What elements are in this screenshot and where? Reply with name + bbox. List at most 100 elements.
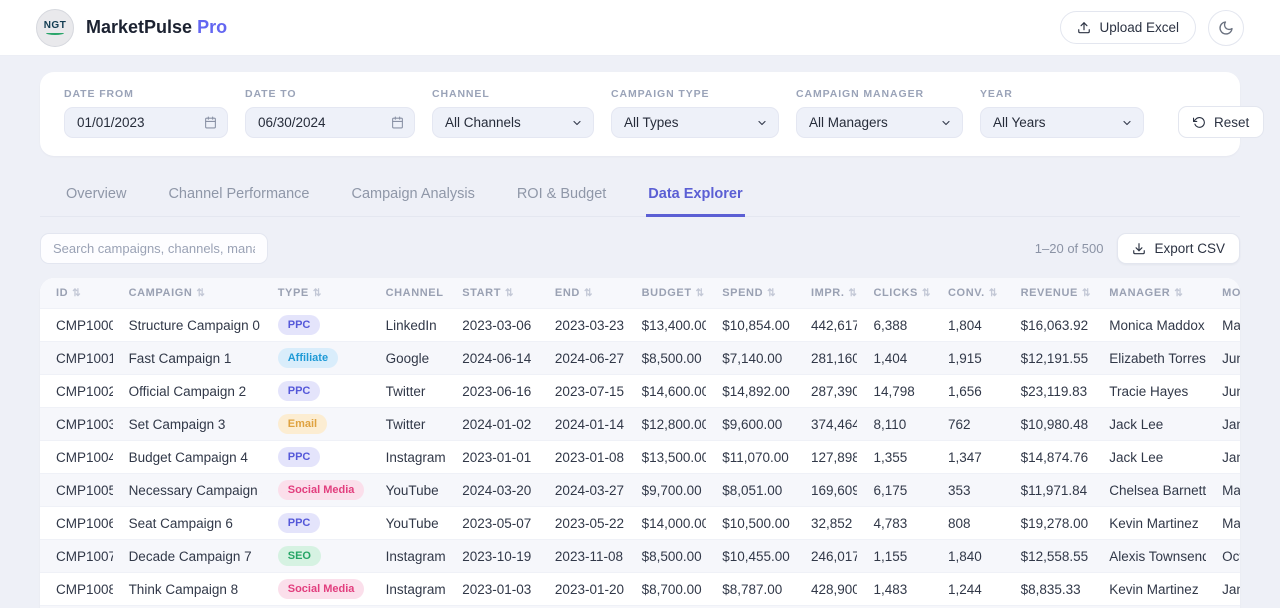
cell-start: 2023-01-03 bbox=[446, 573, 539, 606]
table-row[interactable]: CMP1006Seat Campaign 6PPCYouTube2023-05-… bbox=[40, 507, 1240, 540]
cell-conv: 1,656 bbox=[932, 375, 1005, 408]
table-row[interactable]: CMP1001Fast Campaign 1AffiliateGoogle202… bbox=[40, 342, 1240, 375]
campaign-type-select[interactable]: All Types bbox=[611, 107, 779, 138]
upload-excel-button[interactable]: Upload Excel bbox=[1060, 11, 1196, 44]
sort-icon[interactable]: ⇅ bbox=[1174, 288, 1183, 299]
cell-conv: 353 bbox=[932, 474, 1005, 507]
table-row[interactable]: CMP1004Budget Campaign 4PPCInstagram2023… bbox=[40, 441, 1240, 474]
date-from-input[interactable] bbox=[77, 115, 198, 130]
cell-campaign: Decade Campaign 7 bbox=[113, 540, 262, 573]
table-row[interactable]: CMP1007Decade Campaign 7SEOInstagram2023… bbox=[40, 540, 1240, 573]
cell-channel: Instagram bbox=[370, 441, 447, 474]
cell-start: 2023-01-01 bbox=[446, 441, 539, 474]
cell-revenue: $10,980.48 bbox=[1005, 408, 1094, 441]
calendar-icon[interactable] bbox=[204, 116, 217, 129]
sort-icon[interactable]: ⇅ bbox=[922, 288, 931, 299]
cell-conv: 762 bbox=[932, 408, 1005, 441]
cell-manager: Monica Maddox bbox=[1093, 309, 1206, 342]
column-header-budget[interactable]: BUDGET⇅ bbox=[626, 278, 707, 309]
cell-end: 2024-01-14 bbox=[539, 408, 626, 441]
column-label: TYPE bbox=[278, 287, 309, 299]
column-header-channel[interactable]: CHANNEL⇅ bbox=[370, 278, 447, 309]
cell-month: Oct bbox=[1206, 540, 1240, 573]
cell-campaign: Seat Campaign 6 bbox=[113, 507, 262, 540]
column-header-conv[interactable]: CONV.⇅ bbox=[932, 278, 1005, 309]
table-row[interactable]: CMP1008Think Campaign 8Social MediaInsta… bbox=[40, 573, 1240, 606]
sort-icon[interactable]: ⇅ bbox=[196, 288, 205, 299]
column-header-impr[interactable]: IMPR.⇅ bbox=[795, 278, 857, 309]
cell-channel: Instagram bbox=[370, 573, 447, 606]
cell-month: Jun bbox=[1206, 375, 1240, 408]
cell-month: Mar bbox=[1206, 309, 1240, 342]
export-csv-button[interactable]: Export CSV bbox=[1117, 233, 1240, 264]
theme-toggle-button[interactable] bbox=[1208, 10, 1244, 46]
cell-type: PPC bbox=[262, 441, 370, 474]
table-row[interactable]: CMP1003Set Campaign 3EmailTwitter2024-01… bbox=[40, 408, 1240, 441]
column-header-campaign[interactable]: CAMPAIGN⇅ bbox=[113, 278, 262, 309]
table-row[interactable]: CMP1005Necessary Campaign 5Social MediaY… bbox=[40, 474, 1240, 507]
sort-icon[interactable]: ⇅ bbox=[989, 288, 998, 299]
table-row[interactable]: CMP1000Structure Campaign 0PPCLinkedIn20… bbox=[40, 309, 1240, 342]
year-value: All Years bbox=[993, 115, 1046, 130]
sort-icon[interactable]: ⇅ bbox=[72, 288, 81, 299]
cell-end: 2023-01-08 bbox=[539, 441, 626, 474]
cell-manager: Kevin Martinez bbox=[1093, 507, 1206, 540]
toolbar-right: 1–20 of 500 Export CSV bbox=[1035, 233, 1240, 264]
column-header-id[interactable]: ID⇅ bbox=[40, 278, 113, 309]
column-header-manager[interactable]: MANAGER⇅ bbox=[1093, 278, 1206, 309]
sort-icon[interactable]: ⇅ bbox=[1082, 288, 1091, 299]
cell-impr: 287,390 bbox=[795, 375, 857, 408]
table-row[interactable]: CMP1002Official Campaign 2PPCTwitter2023… bbox=[40, 375, 1240, 408]
tab-data-explorer[interactable]: Data Explorer bbox=[646, 178, 744, 217]
cell-budget: $14,600.00 bbox=[626, 375, 707, 408]
channel-label: CHANNEL bbox=[432, 88, 594, 100]
cell-clicks: 1,355 bbox=[857, 441, 932, 474]
cell-start: 2024-01-02 bbox=[446, 408, 539, 441]
tab-overview[interactable]: Overview bbox=[64, 178, 128, 217]
reset-filters-button[interactable]: Reset bbox=[1178, 106, 1264, 138]
type-badge: Email bbox=[278, 414, 327, 433]
column-header-type[interactable]: TYPE ⇅ bbox=[262, 278, 370, 309]
tab-channel-performance[interactable]: Channel Performance bbox=[166, 178, 311, 217]
campaign-type-label: CAMPAIGN TYPE bbox=[611, 88, 779, 100]
sort-icon[interactable]: ⇅ bbox=[505, 288, 514, 299]
date-to-input[interactable] bbox=[258, 115, 385, 130]
tab-roi-budget[interactable]: ROI & Budget bbox=[515, 178, 608, 217]
sort-icon[interactable]: ⇅ bbox=[849, 288, 858, 299]
cell-budget: $8,700.00 bbox=[626, 573, 707, 606]
search-input[interactable] bbox=[40, 233, 268, 264]
column-header-start[interactable]: START⇅ bbox=[446, 278, 539, 309]
column-header-end[interactable]: END⇅ bbox=[539, 278, 626, 309]
cell-clicks: 14,798 bbox=[857, 375, 932, 408]
year-select[interactable]: All Years bbox=[980, 107, 1144, 138]
calendar-icon[interactable] bbox=[391, 116, 404, 129]
cell-clicks: 6,175 bbox=[857, 474, 932, 507]
sort-icon[interactable]: ⇅ bbox=[313, 288, 322, 299]
cell-campaign: Set Campaign 3 bbox=[113, 408, 262, 441]
sort-icon[interactable]: ⇅ bbox=[696, 288, 705, 299]
cell-campaign: Structure Campaign 0 bbox=[113, 309, 262, 342]
column-header-clicks[interactable]: CLICKS⇅ bbox=[857, 278, 932, 309]
cell-budget: $12,800.00 bbox=[626, 408, 707, 441]
cell-manager: Jack Lee bbox=[1093, 441, 1206, 474]
column-header-spend[interactable]: SPEND⇅ bbox=[706, 278, 795, 309]
cell-manager: Kevin Martinez bbox=[1093, 573, 1206, 606]
sort-icon[interactable]: ⇅ bbox=[584, 288, 593, 299]
sort-icon[interactable]: ⇅ bbox=[767, 288, 776, 299]
channel-select[interactable]: All Channels bbox=[432, 107, 594, 138]
cell-revenue: $23,119.83 bbox=[1005, 375, 1094, 408]
cell-type: Affiliate bbox=[262, 342, 370, 375]
tab-bar: Overview Channel Performance Campaign An… bbox=[40, 156, 1240, 217]
cell-channel: Instagram bbox=[370, 540, 447, 573]
cell-impr: 374,464 bbox=[795, 408, 857, 441]
cell-channel: Twitter bbox=[370, 375, 447, 408]
cell-id: CMP1006 bbox=[40, 507, 113, 540]
campaign-manager-select[interactable]: All Managers bbox=[796, 107, 963, 138]
tab-campaign-analysis[interactable]: Campaign Analysis bbox=[350, 178, 477, 217]
column-header-month[interactable]: MONTH⇅ bbox=[1206, 278, 1240, 309]
cell-conv: 1,840 bbox=[932, 540, 1005, 573]
column-header-revenue[interactable]: REVENUE⇅ bbox=[1005, 278, 1094, 309]
cell-conv: 1,915 bbox=[932, 342, 1005, 375]
pagination-info: 1–20 of 500 bbox=[1035, 241, 1104, 256]
cell-month: Jan bbox=[1206, 441, 1240, 474]
